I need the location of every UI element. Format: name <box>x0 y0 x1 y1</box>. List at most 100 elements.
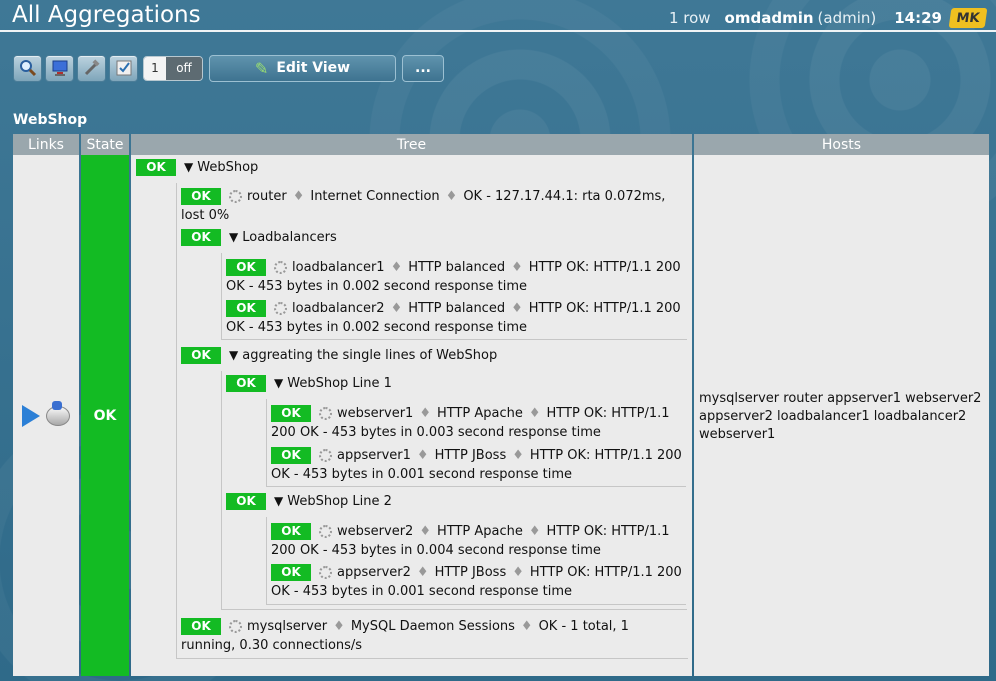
service-name[interactable]: HTTP balanced <box>408 301 505 316</box>
service-gear-icon[interactable] <box>319 525 332 538</box>
toolbar: 1 off ✎ Edit View ... <box>13 54 444 82</box>
separator-icon: ♦ <box>511 260 523 275</box>
refresh-toggle[interactable]: 1 off <box>143 55 203 81</box>
service-name[interactable]: HTTP Apache <box>437 524 523 539</box>
node-loadbalancers[interactable]: OK ▼ Loadbalancers <box>181 229 337 246</box>
service-gear-icon[interactable] <box>274 261 287 274</box>
collapse-triangle-icon[interactable]: ▼ <box>184 160 193 174</box>
collapse-triangle-icon[interactable]: ▼ <box>274 494 283 508</box>
separator-icon: ♦ <box>333 619 345 634</box>
separator-icon: ♦ <box>416 565 429 580</box>
username[interactable]: omdadmin <box>725 9 814 27</box>
mk-logo[interactable]: MK <box>948 8 988 28</box>
state-badge: OK <box>271 523 311 540</box>
header-tree[interactable]: Tree <box>131 134 692 155</box>
separator-icon: ♦ <box>528 406 541 421</box>
state-badge: OK <box>226 493 266 510</box>
separator-icon: ♦ <box>445 189 458 204</box>
state-badge: OK <box>271 564 311 581</box>
separator-icon: ♦ <box>419 406 431 421</box>
header-status: 1 row omdadmin (admin) 14:29 MK <box>669 8 988 28</box>
node-label: aggreating the single lines of WebShop <box>242 348 498 363</box>
service-gear-icon[interactable] <box>274 302 287 315</box>
service-gear-icon[interactable] <box>319 449 332 462</box>
state-badge: OK <box>181 618 221 635</box>
commands-button[interactable] <box>77 54 106 82</box>
separator-icon: ♦ <box>512 565 524 580</box>
host-name[interactable]: loadbalancer1 <box>292 260 385 275</box>
service-gear-icon[interactable] <box>229 620 242 633</box>
host-name[interactable]: webserver1 <box>337 406 413 421</box>
node-label: WebShop <box>197 160 259 175</box>
state-cell: OK <box>81 155 129 676</box>
checkbox-toggle-button[interactable] <box>109 54 138 82</box>
leaf-appserver2: OK appserver2 ♦ HTTP JBoss ♦ HTTP OK: HTTP/1.… <box>271 563 685 601</box>
node-line1[interactable]: OK ▼ WebShop Line 1 <box>226 375 392 392</box>
collapse-triangle-icon[interactable]: ▼ <box>229 230 238 244</box>
toggle-number[interactable]: 1 <box>144 56 166 80</box>
user-role: (admin) <box>817 9 877 27</box>
header-links[interactable]: Links <box>13 134 79 155</box>
service-name[interactable]: HTTP JBoss <box>435 448 507 463</box>
play-icon[interactable] <box>22 404 40 427</box>
title-underline <box>0 30 996 32</box>
more-button[interactable]: ... <box>402 54 444 82</box>
state-badge: OK <box>181 188 221 205</box>
node-label: WebShop Line 1 <box>287 376 392 391</box>
display-options-button[interactable] <box>45 54 74 82</box>
service-name[interactable]: MySQL Daemon Sessions <box>351 619 515 634</box>
title-bar: All Aggregations 1 row omdadmin (admin) … <box>0 0 996 32</box>
collapse-triangle-icon[interactable]: ▼ <box>229 348 238 362</box>
host-name[interactable]: appserver1 <box>337 448 411 463</box>
tree-root[interactable]: OK ▼ WebShop <box>136 159 258 176</box>
leaf-mysqlserver: OK mysqlserver ♦ MySQL Daemon Sessions ♦ OK -… <box>181 617 681 655</box>
service-name[interactable]: Internet Connection <box>310 189 439 204</box>
links-cell <box>13 155 79 676</box>
service-gear-icon[interactable] <box>319 407 332 420</box>
host-name[interactable]: loadbalancer2 <box>292 301 385 316</box>
toggle-off[interactable]: off <box>166 56 202 80</box>
service-gear-icon[interactable] <box>319 566 332 579</box>
header-state[interactable]: State <box>81 134 129 155</box>
availability-icon[interactable] <box>46 400 70 426</box>
leaf-webserver1: OK webserver1 ♦ HTTP Apache ♦ HTTP OK: HTTP/1… <box>271 404 685 442</box>
search-button[interactable] <box>13 54 42 82</box>
separator-icon: ♦ <box>419 524 431 539</box>
separator-icon: ♦ <box>390 260 403 275</box>
edit-view-button[interactable]: ✎ Edit View <box>209 54 396 82</box>
host-name[interactable]: router <box>247 189 287 204</box>
host-name[interactable]: webserver2 <box>337 524 413 539</box>
host-name[interactable]: mysqlserver <box>247 619 327 634</box>
separator-icon: ♦ <box>292 189 305 204</box>
hosts-list[interactable]: mysqlserver router appserver1 webserver2… <box>699 390 984 444</box>
group-title: WebShop <box>13 112 88 128</box>
node-label: WebShop Line 2 <box>287 494 392 509</box>
separator-icon: ♦ <box>520 619 533 634</box>
state-badge: OK <box>136 159 176 176</box>
state-badge: OK <box>271 447 311 464</box>
separator-icon: ♦ <box>528 524 541 539</box>
checkbox-icon <box>116 60 131 76</box>
separator-icon: ♦ <box>390 301 403 316</box>
node-line2[interactable]: OK ▼ WebShop Line 2 <box>226 493 392 510</box>
leaf-loadbalancer2: OK loadbalancer2 ♦ HTTP balanced ♦ HTTP OK: H… <box>226 299 686 337</box>
tools-icon <box>84 59 100 76</box>
collapse-triangle-icon[interactable]: ▼ <box>274 376 283 390</box>
service-name[interactable]: HTTP JBoss <box>435 565 507 580</box>
service-name[interactable]: HTTP balanced <box>408 260 505 275</box>
header-hosts[interactable]: Hosts <box>694 134 989 155</box>
leaf-webserver2: OK webserver2 ♦ HTTP Apache ♦ HTTP OK: HTTP/1… <box>271 522 685 560</box>
hosts-cell: mysqlserver router appserver1 webserver2… <box>694 155 989 676</box>
search-icon <box>19 60 36 77</box>
state-badge: OK <box>271 405 311 422</box>
state-badge: OK <box>226 300 266 317</box>
service-name[interactable]: HTTP Apache <box>437 406 523 421</box>
host-name[interactable]: appserver2 <box>337 565 411 580</box>
node-aggregating[interactable]: OK ▼ aggreating the single lines of WebSho… <box>181 347 497 364</box>
service-gear-icon[interactable] <box>229 190 242 203</box>
tree-cell: OK ▼ WebShop OK router ♦ Internet Connection ♦… <box>131 155 692 676</box>
edit-view-label: Edit View <box>276 60 351 76</box>
separator-icon: ♦ <box>512 448 524 463</box>
leaf-appserver1: OK appserver1 ♦ HTTP JBoss ♦ HTTP OK: HTTP/1.… <box>271 446 685 484</box>
state-badge: OK <box>181 229 221 246</box>
